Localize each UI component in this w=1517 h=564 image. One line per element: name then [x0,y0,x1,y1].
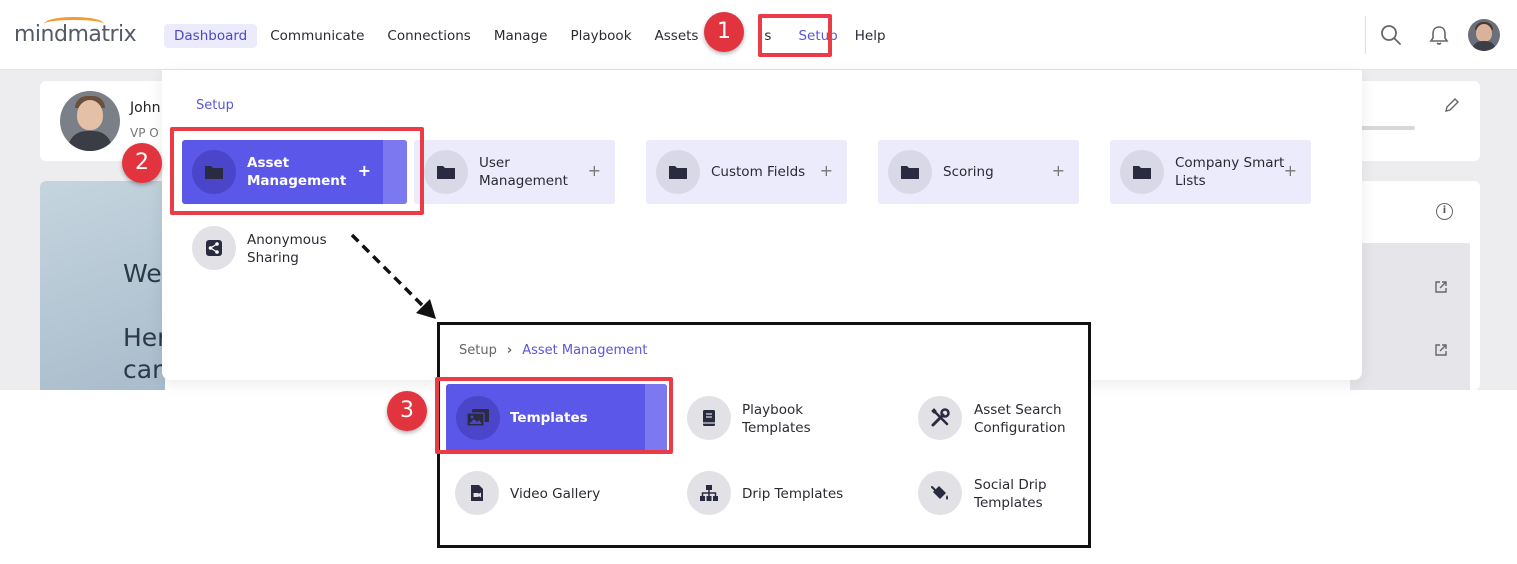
templates-highlight-box [435,377,673,454]
profile-name: John [130,100,161,116]
search-icon[interactable] [1380,24,1402,46]
info-icon[interactable]: i [1436,203,1453,220]
label-line-1: Anonymous [247,232,327,248]
breadcrumb-separator: › [506,343,513,358]
profile-progress-bar [1355,126,1415,130]
welcome-line-3: car [123,355,163,384]
add-plus-icon[interactable]: + [1284,161,1297,181]
user-management-tile[interactable]: User Management + [414,140,615,204]
sitemap-icon [687,471,731,515]
social-drip-templates-label: Social Drip Templates [974,476,1047,512]
profile-role: VP O [130,126,159,140]
bell-icon[interactable] [1428,24,1450,46]
add-plus-icon[interactable]: + [588,161,601,181]
step-2-badge: 2 [122,143,162,183]
book-icon [687,396,731,440]
external-link-icon[interactable] [1434,280,1448,294]
tools-icon [918,396,962,440]
profile-avatar [60,91,120,151]
custom-fields-label: Custom Fields [711,164,806,180]
user-avatar[interactable] [1468,19,1500,51]
video-icon [455,471,499,515]
dashed-arrow-annotation [350,233,436,319]
anonymous-sharing-label: Anonymous Sharing [247,231,327,267]
label-line-1: Playbook [742,402,804,418]
drip-templates-label: Drip Templates [742,486,844,502]
asset-search-configuration-label: Asset Search Configuration [974,401,1066,437]
folder-icon [424,150,468,194]
nav-divider [1365,16,1366,54]
nav-connections[interactable]: Connections [377,24,480,48]
paint-bucket-icon [918,471,962,515]
step-1-badge: 1 [704,12,744,52]
company-smart-lists-tile[interactable]: Company Smart Lists + [1110,140,1311,204]
nav-dashboard[interactable]: Dashboard [164,24,258,48]
welcome-text: We Her car [123,258,167,386]
breadcrumb: Setup › Asset Management [459,343,648,358]
setup-heading[interactable]: Setup [196,98,234,113]
nav-manage[interactable]: Manage [484,24,558,48]
label-line-2: Sharing [247,250,299,266]
label-line-2: Templates [974,495,1043,511]
avatar-body [1472,41,1496,51]
nav-playbook[interactable]: Playbook [560,24,641,48]
folder-icon [1120,150,1164,194]
share-icon [192,226,236,270]
asset-management-highlight-box [170,127,424,215]
label-line-2: Configuration [974,420,1066,436]
nav-assets[interactable]: Assets [645,24,709,48]
label-line-1: Social Drip [974,477,1047,493]
breadcrumb-asset-management[interactable]: Asset Management [522,343,647,358]
edit-pencil-icon[interactable] [1443,96,1461,114]
label-line-1: Company Smart [1175,155,1285,171]
right-panel [1350,243,1470,390]
label-line-2: Management [479,173,568,189]
folder-icon [656,150,700,194]
video-gallery-label: Video Gallery [510,486,601,502]
welcome-line-1: We [123,259,162,288]
custom-fields-tile[interactable]: Custom Fields + [646,140,847,204]
add-plus-icon[interactable]: + [1052,161,1065,181]
avatar-face [1476,24,1492,42]
external-link-icon[interactable] [1434,343,1448,357]
user-management-label: User Management [479,154,568,190]
add-plus-icon[interactable]: + [820,161,833,181]
nav-help[interactable]: Help [845,24,896,48]
label-line-2: Templates [742,420,811,436]
mindmatrix-logo[interactable]: mindmatrix [14,22,137,47]
scoring-label: Scoring [943,164,994,180]
breadcrumb-setup[interactable]: Setup [459,343,497,358]
playbook-templates-label: Playbook Templates [742,401,811,437]
profile-avatar-body [68,131,112,151]
setup-highlight-box [758,14,832,57]
label-line-1: User [479,155,510,171]
scoring-tile[interactable]: Scoring + [878,140,1079,204]
profile-avatar-face [77,100,103,130]
step-3-badge: 3 [387,391,427,431]
nav-communicate[interactable]: Communicate [260,24,374,48]
folder-icon [888,150,932,194]
label-line-1: Asset Search [974,402,1062,418]
welcome-line-2: Her [123,323,168,352]
label-line-2: Lists [1175,173,1206,189]
company-smart-lists-label: Company Smart Lists [1175,154,1284,190]
